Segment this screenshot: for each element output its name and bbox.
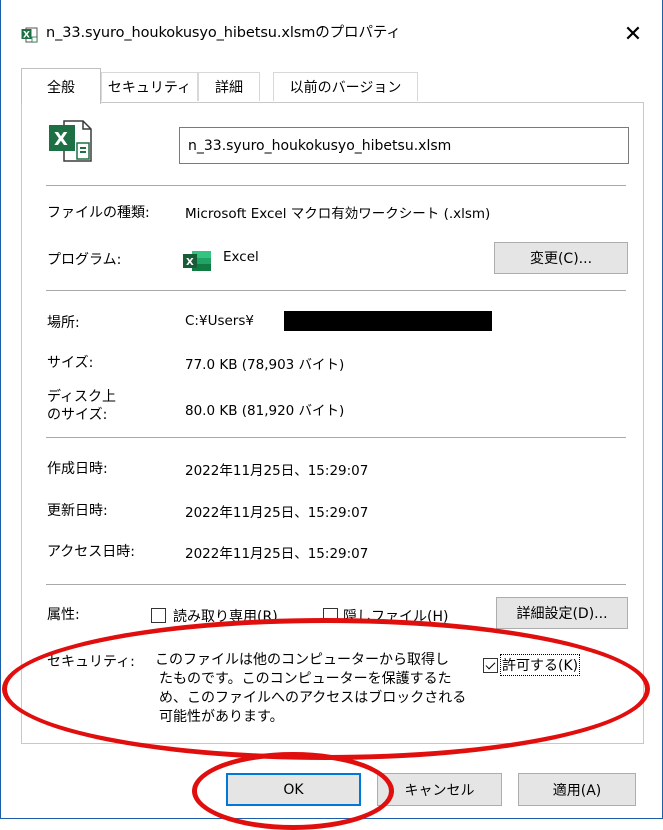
properties-dialog: X n_33.syuro_houkokusyo_hibetsu.xlsmのプロパ… (0, 0, 663, 819)
readonly-checkbox[interactable] (151, 608, 166, 623)
file-type-value: Microsoft Excel マクロ有効ワークシート (.xlsm) (185, 206, 491, 222)
unblock-checkbox-label[interactable]: 許可する(K) (499, 654, 581, 676)
ok-button[interactable]: OK (226, 773, 361, 806)
security-message-line: このファイルは他のコンピューターから取得し (155, 652, 449, 668)
attributes-label: 属性: (47, 607, 80, 623)
hidden-checkbox[interactable] (323, 608, 338, 623)
window-title: n_33.syuro_houkokusyo_hibetsu.xlsmのプロパティ (46, 25, 401, 41)
svg-text:X: X (54, 129, 68, 150)
location-label: 場所: (47, 315, 80, 331)
unblock-checkbox[interactable] (483, 658, 498, 673)
program-label: プログラム: (47, 252, 122, 268)
accessed-label: アクセス日時: (47, 544, 136, 560)
excel-app-icon: X (182, 250, 212, 276)
tab-security[interactable]: セキュリティ (101, 72, 198, 101)
security-message-line: たものです。このコンピューターを保護するた (159, 671, 452, 687)
tab-strip: 全般 セキュリティ 詳細 以前のバージョン (1, 68, 662, 104)
button-label: 変更(C)... (529, 251, 593, 267)
divider (46, 290, 626, 291)
tab-previous-versions[interactable]: 以前のバージョン (273, 72, 418, 101)
security-message-line: め、このファイルへのアクセスはブロックされる (159, 690, 467, 706)
divider (46, 185, 626, 186)
disk-size-label-line: ディスク上 (47, 389, 117, 405)
svg-text:X: X (186, 257, 194, 268)
size-label: サイズ: (47, 355, 94, 371)
file-type-label: ファイルの種類: (47, 205, 150, 221)
tab-label: 全般 (47, 79, 75, 96)
button-label: キャンセル (404, 782, 475, 799)
file-name-input[interactable]: n_33.syuro_houkokusyo_hibetsu.xlsm (179, 127, 629, 164)
modified-label: 更新日時: (47, 503, 108, 519)
created-label: 作成日時: (47, 461, 108, 477)
tab-details[interactable]: 詳細 (198, 72, 260, 101)
location-value: C:¥Users¥ (185, 313, 254, 329)
cancel-button[interactable]: キャンセル (377, 773, 502, 806)
tab-label: 以前のバージョン (289, 80, 402, 96)
disk-size-value: 80.0 KB (81,920 バイト) (185, 403, 345, 419)
security-label: セキュリティ: (47, 654, 135, 670)
close-button[interactable]: ✕ (613, 12, 653, 56)
button-label: OK (283, 781, 304, 798)
program-value: Excel (223, 249, 259, 265)
button-label: 適用(A) (552, 782, 602, 799)
advanced-attributes-button[interactable]: 詳細設定(D)... (496, 597, 628, 629)
divider (46, 437, 626, 438)
excel-document-icon: X (47, 117, 95, 169)
apply-button[interactable]: 適用(A) (518, 773, 636, 806)
tab-label: セキュリティ (107, 80, 192, 96)
tab-label: 詳細 (215, 80, 243, 96)
divider (46, 584, 626, 585)
readonly-checkbox-label[interactable]: 読み取り専用(R) (173, 606, 278, 626)
redacted-path (284, 311, 492, 331)
disk-size-label: ディスク上 のサイズ: (47, 388, 116, 424)
change-program-button[interactable]: 変更(C)... (494, 242, 628, 274)
close-icon: ✕ (623, 21, 643, 47)
hidden-checkbox-label[interactable]: 隠しファイル(H) (343, 606, 448, 626)
button-label: 詳細設定(D)... (516, 606, 608, 622)
created-value: 2022年11月25日、15:29:07 (185, 463, 369, 479)
disk-size-label-line: のサイズ: (47, 407, 108, 423)
accessed-value: 2022年11月25日、15:29:07 (185, 546, 369, 562)
excel-file-icon: X (21, 26, 39, 44)
security-message-line: 可能性があります。 (159, 709, 284, 725)
security-message: このファイルは他のコンピューターから取得し たものです。このコンピューターを保護… (155, 651, 466, 727)
tab-general[interactable]: 全般 (21, 68, 101, 104)
title-bar: X n_33.syuro_houkokusyo_hibetsu.xlsmのプロパ… (1, 0, 662, 70)
modified-value: 2022年11月25日、15:29:07 (185, 505, 369, 521)
size-value: 77.0 KB (78,903 バイト) (185, 357, 345, 373)
svg-text:X: X (23, 31, 30, 41)
